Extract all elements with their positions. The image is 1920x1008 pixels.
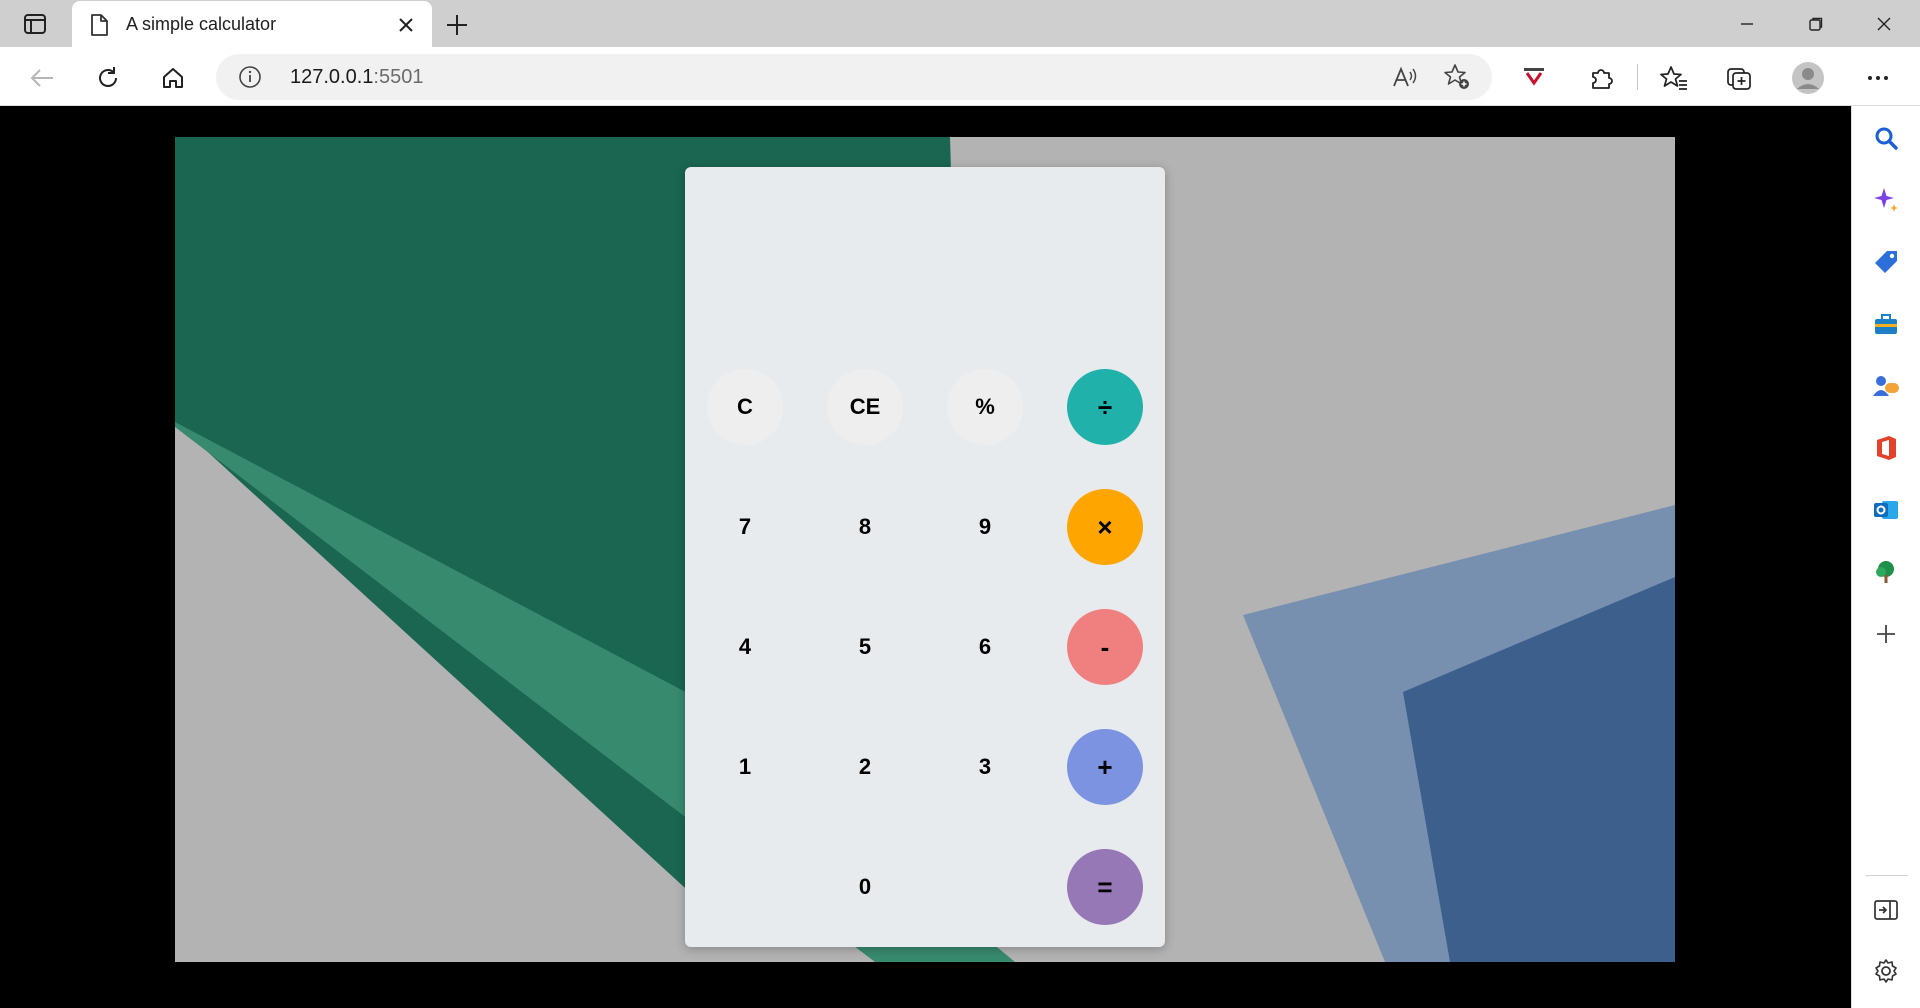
- minimize-icon: [1741, 23, 1753, 25]
- edge-sidebar: [1851, 106, 1920, 1008]
- refresh-icon: [99, 67, 117, 87]
- calculator-display: [685, 167, 1165, 367]
- restore-button[interactable]: [1798, 10, 1834, 38]
- address-bar[interactable]: 127.0.0.1:5501: [216, 54, 1492, 100]
- document-icon: [91, 14, 108, 36]
- close-window-button[interactable]: [1866, 10, 1902, 38]
- digit-9-button[interactable]: 9: [947, 489, 1023, 565]
- sidebar-office-button[interactable]: [1869, 431, 1903, 465]
- sidebar-copilot-button[interactable]: [1869, 183, 1903, 217]
- tab-bar: A simple calculator: [0, 0, 1920, 47]
- more-dots-icon: [1868, 76, 1888, 80]
- hide-sidebar-button[interactable]: [1869, 893, 1903, 927]
- mcafee-shield-icon: [1524, 68, 1544, 86]
- digit-5-button[interactable]: 5: [827, 609, 903, 685]
- sidebar-tools-button[interactable]: [1869, 307, 1903, 341]
- digit-1-button[interactable]: 1: [707, 729, 783, 805]
- digit-7-button[interactable]: 7: [707, 489, 783, 565]
- tab-actions-icon: [24, 14, 46, 34]
- sidebar-tree-button[interactable]: [1869, 555, 1903, 589]
- subtract-button[interactable]: -: [1067, 609, 1143, 685]
- sidebar-shopping-button[interactable]: [1869, 245, 1903, 279]
- digit-0-button[interactable]: 0: [827, 849, 903, 925]
- sidebar-games-button[interactable]: [1869, 369, 1903, 403]
- sidebar-collapse-icon: [1874, 900, 1898, 920]
- shopping-tag-icon: [1875, 251, 1897, 273]
- multiply-button[interactable]: ×: [1067, 489, 1143, 565]
- favorite-add-icon: [1444, 64, 1469, 89]
- home-icon: [163, 68, 183, 88]
- digit-4-button[interactable]: 4: [707, 609, 783, 685]
- sidebar-divider: [1866, 875, 1908, 876]
- read-aloud-button[interactable]: [1390, 62, 1420, 92]
- outlook-icon: [1874, 501, 1898, 519]
- close-window-icon: [1877, 17, 1891, 31]
- gear-icon: [1875, 959, 1897, 983]
- home-button[interactable]: [155, 60, 191, 96]
- avatar-icon: [1792, 62, 1824, 94]
- refresh-button[interactable]: [90, 60, 126, 96]
- percent-button[interactable]: %: [947, 369, 1023, 445]
- sidebar-search-button[interactable]: [1869, 121, 1903, 155]
- equals-button[interactable]: =: [1067, 849, 1143, 925]
- calculator: C CE% ÷ 7 8 9 × 4 5 6- 1 2 3 +0 =: [685, 167, 1165, 947]
- digit-3-button[interactable]: 3: [947, 729, 1023, 805]
- page-viewport: C CE% ÷ 7 8 9 × 4 5 6- 1 2 3 +0 =: [0, 106, 1851, 1008]
- url-port: :5501: [373, 66, 424, 88]
- tab-title: A simple calculator: [126, 14, 277, 34]
- minimize-button[interactable]: [1729, 10, 1765, 38]
- copilot-sparkle-icon: [1874, 188, 1898, 212]
- tree-icon: [1876, 561, 1894, 583]
- settings-more-button[interactable]: [1860, 60, 1896, 96]
- tab-actions-button[interactable]: [18, 10, 52, 38]
- divide-button[interactable]: ÷: [1067, 369, 1143, 445]
- office-icon: [1877, 436, 1896, 460]
- collections-icon: [1727, 68, 1751, 90]
- sidebar-settings-button[interactable]: [1869, 954, 1903, 988]
- favorites-star-icon: [1660, 66, 1687, 90]
- search-icon: [1875, 127, 1898, 150]
- sidebar-add-button[interactable]: [1869, 617, 1903, 651]
- collections-button[interactable]: [1722, 60, 1758, 96]
- restore-icon: [1809, 17, 1823, 31]
- digit-2-button[interactable]: 2: [827, 729, 903, 805]
- add-icon: [1877, 625, 1895, 643]
- profile-button[interactable]: [1790, 60, 1826, 96]
- new-tab-icon[interactable]: [442, 10, 472, 40]
- read-aloud-icon: [1393, 66, 1417, 87]
- sidebar-outlook-button[interactable]: [1869, 493, 1903, 527]
- browser-tab[interactable]: A simple calculator: [72, 1, 432, 47]
- extensions-button[interactable]: [1583, 60, 1619, 96]
- extension-button[interactable]: [1516, 60, 1552, 96]
- games-icon: [1873, 376, 1899, 396]
- puzzle-icon: [1592, 69, 1613, 89]
- url-text: 127.0.0.1:5501: [290, 66, 423, 89]
- toolbar-divider: [1637, 64, 1638, 90]
- browser-toolbar: 127.0.0.1:5501: [0, 47, 1920, 106]
- tools-briefcase-icon: [1875, 314, 1897, 334]
- add-favorite-button[interactable]: [1442, 62, 1472, 92]
- back-arrow-icon: [30, 69, 53, 87]
- back-button[interactable]: [24, 60, 60, 96]
- clear-button[interactable]: C: [707, 369, 783, 445]
- digit-6-button[interactable]: 6: [947, 609, 1023, 685]
- add-button[interactable]: +: [1067, 729, 1143, 805]
- close-tab-icon[interactable]: [394, 13, 418, 37]
- favorites-button[interactable]: [1656, 60, 1692, 96]
- digit-8-button[interactable]: 8: [827, 489, 903, 565]
- clear-entry-button[interactable]: CE: [827, 369, 903, 445]
- site-info-icon[interactable]: [238, 65, 262, 89]
- url-host: 127.0.0.1: [290, 66, 374, 88]
